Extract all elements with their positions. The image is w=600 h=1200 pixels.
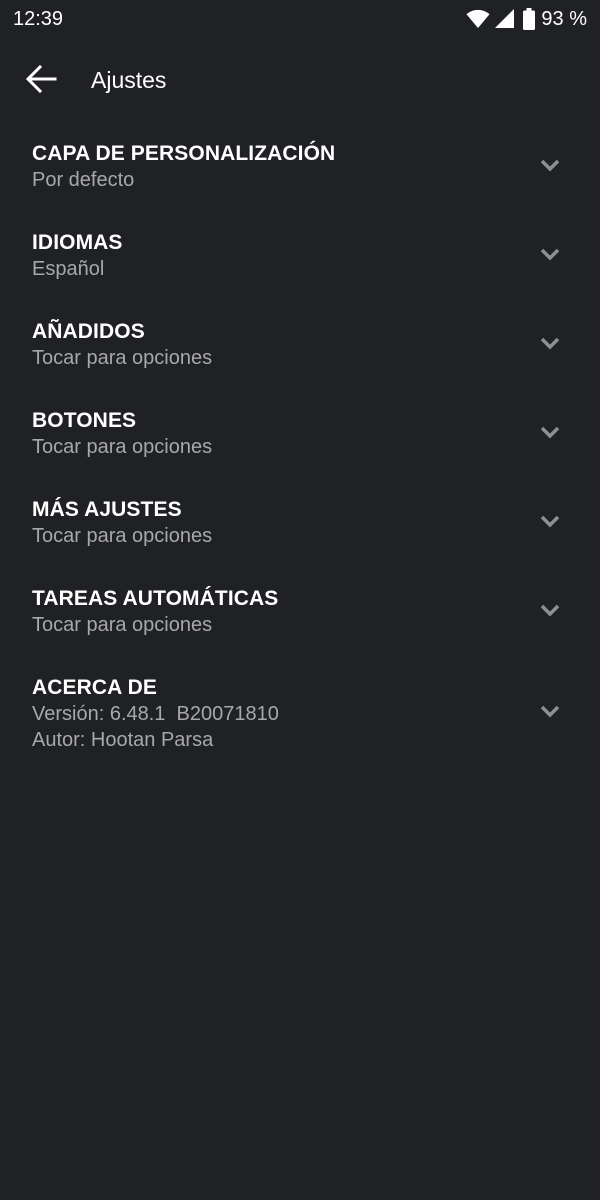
chevron-down-icon [540,604,560,617]
page-title: Ajustes [91,67,167,93]
status-time: 12:39 [13,8,64,30]
setting-title: CAPA DE PERSONALIZACIÓN [32,142,336,165]
setting-title: ACERCA DE [32,676,157,699]
setting-subtitle: Tocar para opciones [32,525,213,547]
chevron-down-icon [540,248,560,261]
setting-title: AÑADIDOS [32,320,145,343]
setting-mas-ajustes[interactable]: MÁS AJUSTES Tocar para opciones [0,476,600,565]
arrow-left-icon [25,64,57,98]
setting-capa-de-personalizacion[interactable]: CAPA DE PERSONALIZACIÓN Por defecto [0,120,600,209]
chevron-down-icon [540,159,560,172]
setting-tareas-automaticas[interactable]: TAREAS AUTOMÁTICAS Tocar para opciones [0,565,600,654]
chevron-down-icon [540,705,560,718]
app-bar: Ajustes [0,40,600,120]
chevron-down-icon [540,426,560,439]
setting-subtitle: Tocar para opciones [32,614,213,636]
setting-title: TAREAS AUTOMÁTICAS [32,587,279,610]
chevron-down-icon [540,515,560,528]
version-text: Versión: 6.48.1 B20071810 [32,703,279,725]
setting-subtitle: Tocar para opciones [32,436,213,458]
settings-list: CAPA DE PERSONALIZACIÓN Por defecto IDIO… [0,120,600,769]
back-button[interactable] [18,58,64,104]
wifi-icon [466,9,490,29]
status-bar: 12:39 93 % [0,0,600,40]
battery-percent: 93 % [541,7,587,30]
status-icons: 93 % [466,7,587,31]
setting-subtitle: Por defecto [32,169,135,191]
setting-subtitle: Español [32,258,105,280]
setting-acerca-de[interactable]: ACERCA DE Versión: 6.48.1 B20071810 Auto… [0,654,600,769]
setting-title: MÁS AJUSTES [32,498,182,521]
setting-botones[interactable]: BOTONES Tocar para opciones [0,387,600,476]
setting-anadidos[interactable]: AÑADIDOS Tocar para opciones [0,298,600,387]
battery-icon [523,8,536,30]
chevron-down-icon [540,337,560,350]
setting-title: BOTONES [32,409,137,432]
setting-subtitle: Tocar para opciones [32,347,213,369]
setting-title: IDIOMAS [32,231,123,254]
signal-icon [495,9,515,29]
setting-idiomas[interactable]: IDIOMAS Español [0,209,600,298]
author-text: Autor: Hootan Parsa [32,729,214,751]
